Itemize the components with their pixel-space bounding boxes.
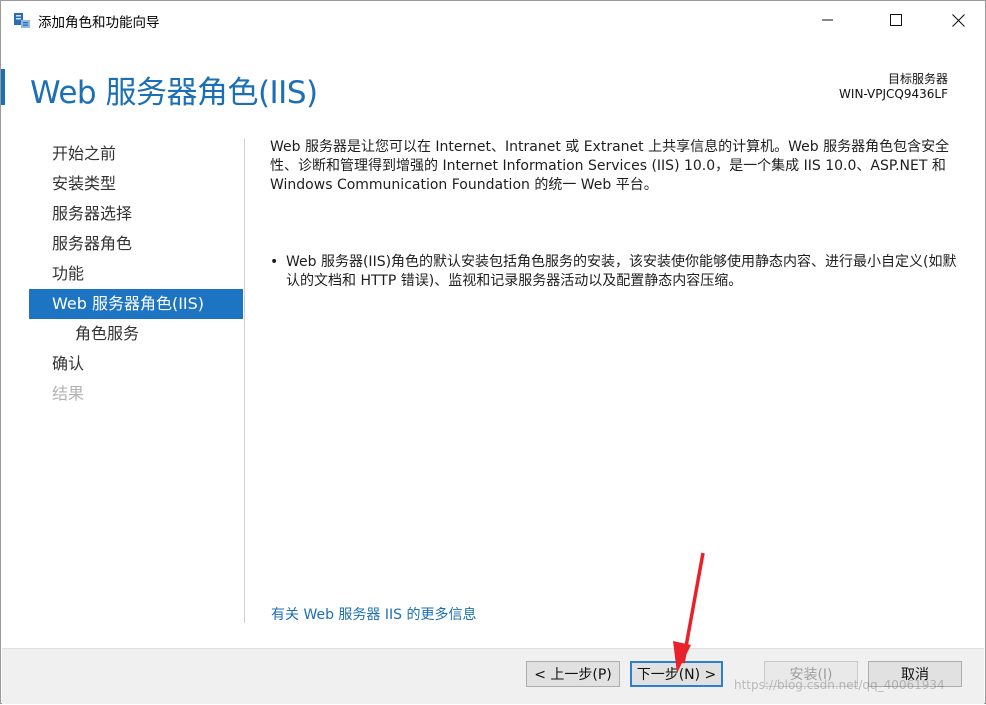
nav-item-confirmation[interactable]: 确认 (29, 349, 243, 379)
nav-item-web-server-role[interactable]: Web 服务器角色(IIS) (29, 289, 243, 319)
content-panel: Web 服务器是让您可以在 Internet、Intranet 或 Extran… (270, 138, 962, 195)
minimize-button[interactable] (805, 1, 851, 39)
title-bar[interactable]: 添加角色和功能向导 (1, 1, 985, 39)
nav-item-installation-type[interactable]: 安装类型 (29, 169, 243, 199)
nav-item-server-selection[interactable]: 服务器选择 (29, 199, 243, 229)
close-button[interactable] (935, 1, 981, 39)
accent-strip (1, 69, 5, 105)
nav-item-server-roles[interactable]: 服务器角色 (29, 229, 243, 259)
maximize-icon (890, 14, 902, 26)
nav-item-results: 结果 (52, 384, 85, 403)
previous-button[interactable]: < 上一步(P) (526, 661, 620, 687)
target-server-name: WIN-VPJCQ9436LF (839, 87, 948, 101)
arrow-shaft (681, 552, 705, 664)
server-manager-icon (14, 13, 30, 28)
window-title: 添加角色和功能向导 (38, 15, 160, 31)
nav-item-role-services[interactable]: 角色服务 (29, 319, 243, 349)
nav-divider (244, 139, 245, 623)
bullet-text: Web 服务器(IIS)角色的默认安装包括角色服务的安装，该安装使你能够使用静态… (286, 254, 957, 289)
more-info-link[interactable]: 有关 Web 服务器 IIS 的更多信息 (271, 604, 476, 624)
target-server-label: 目标服务器 (887, 72, 948, 86)
maximize-button[interactable] (873, 1, 919, 39)
wizard-window: 添加角色和功能向导 Web 服务器角色(IIS) 目标服务器 WIN-VPJCQ… (0, 0, 986, 704)
next-button[interactable]: 下一步(N) > (630, 661, 723, 687)
watermark: https://blog.csdn.net/qq_40061934 (734, 678, 945, 692)
bullet-symbol: • (270, 254, 279, 270)
page-title: Web 服务器角色(IIS) (30, 75, 318, 111)
wizard-nav: 开始之前 安装类型 服务器选择 服务器角色 功能 Web 服务器角色(IIS) … (29, 139, 243, 409)
minimize-icon (822, 19, 833, 21)
bullet-item: • Web 服务器(IIS)角色的默认安装包括角色服务的安装，该安装使你能够使用… (270, 253, 962, 291)
role-description: Web 服务器是让您可以在 Internet、Intranet 或 Extran… (270, 139, 950, 193)
nav-item-before-you-begin[interactable]: 开始之前 (29, 139, 243, 169)
close-icon (951, 13, 965, 27)
nav-item-features[interactable]: 功能 (29, 259, 243, 289)
